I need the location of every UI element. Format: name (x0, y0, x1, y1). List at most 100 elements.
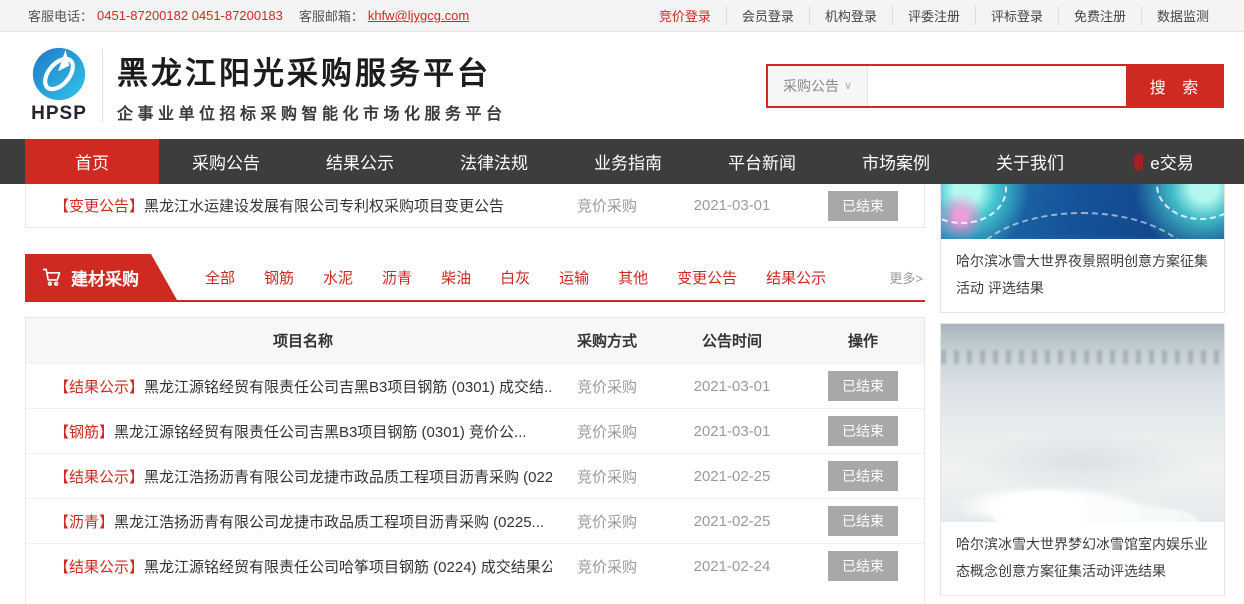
nav-label: 平台新闻 (728, 149, 796, 174)
section-tab-asphalt[interactable]: 沥青 (382, 267, 412, 288)
table-row[interactable]: 【结果公示】黑龙江浩扬沥青有限公司龙捷市政品质工程项目沥青采购 (0225...… (26, 453, 924, 498)
nav-item-news[interactable]: 平台新闻 (695, 139, 829, 184)
nav-item-laws[interactable]: 法律法规 (427, 139, 561, 184)
status-badge[interactable]: 已结束 (828, 461, 898, 491)
section-tab-changes[interactable]: 变更公告 (677, 267, 737, 288)
nav-item-etrade[interactable]: e交易 (1097, 139, 1231, 184)
status-badge[interactable]: 已结束 (828, 191, 898, 221)
row-tag: 【变更公告】 (54, 198, 144, 215)
section-tab-all[interactable]: 全部 (205, 267, 235, 288)
section-tab-lime[interactable]: 白灰 (500, 267, 530, 288)
nav-label: 结果公示 (326, 149, 394, 174)
site-logo[interactable]: HPSP (26, 46, 92, 125)
bid-login-link[interactable]: 竞价登录 (644, 6, 726, 25)
row-title[interactable]: 【结果公示】黑龙江源铭经贸有限责任公司哈筝项目钢筋 (0224) 成交结果公..… (54, 556, 552, 577)
announcement-box: 【变更公告】黑龙江水运建设发展有限公司专利权采购项目变更公告 竞价采购 2021… (25, 184, 925, 228)
col-header-method: 采购方式 (552, 330, 662, 351)
nav-item-home[interactable]: 首页 (25, 139, 159, 184)
section-tab-rebar[interactable]: 钢筋 (264, 267, 294, 288)
nav-item-guide[interactable]: 业务指南 (561, 139, 695, 184)
phone-label: 客服电话： (28, 6, 93, 25)
page-title: 黑龙江阳光采购服务平台 (117, 48, 507, 93)
row-tag: 【结果公示】 (54, 559, 144, 576)
status-badge[interactable]: 已结束 (828, 551, 898, 581)
ice-world-aerial-image[interactable] (941, 324, 1224, 522)
data-monitor-link[interactable]: 数据监测 (1141, 6, 1224, 25)
section-tab-cement[interactable]: 水泥 (323, 267, 353, 288)
news-card[interactable]: 哈尔滨冰雪大世界夜景照明创意方案征集活动 评选结果 (940, 184, 1225, 313)
site-header: HPSP 黑龙江阳光采购服务平台 企事业单位招标采购智能化市场化服务平台 采购公… (0, 32, 1244, 139)
row-title-text: 黑龙江浩扬沥青有限公司龙捷市政品质工程项目沥青采购 (0225... (114, 514, 544, 531)
divider (102, 49, 103, 123)
row-method: 竞价采购 (552, 556, 662, 577)
logo-text: HPSP (31, 103, 87, 125)
search-category-select[interactable]: 采购公告 ∨ (768, 66, 868, 106)
row-method: 竞价采购 (552, 466, 662, 487)
row-title-text: 黑龙江浩扬沥青有限公司龙捷市政品质工程项目沥青采购 (0225... (144, 469, 552, 486)
status-badge[interactable]: 已结束 (828, 371, 898, 401)
table-row[interactable]: 【沥青】黑龙江浩扬沥青有限公司龙捷市政品质工程项目沥青采购 (0225... 竞… (26, 498, 924, 543)
row-method: 竞价采购 (552, 376, 662, 397)
row-method: 竞价采购 (552, 421, 662, 442)
section-tab-results[interactable]: 结果公示 (766, 267, 826, 288)
judge-register-link[interactable]: 评委注册 (892, 6, 975, 25)
content-area: 【变更公告】黑龙江水运建设发展有限公司专利权采购项目变更公告 竞价采购 2021… (0, 184, 1244, 604)
brand: 黑龙江阳光采购服务平台 企事业单位招标采购智能化市场化服务平台 (117, 48, 507, 124)
logo-icon (31, 46, 87, 102)
row-title[interactable]: 【沥青】黑龙江浩扬沥青有限公司龙捷市政品质工程项目沥青采购 (0225... (54, 511, 552, 532)
news-caption[interactable]: 哈尔滨冰雪大世界夜景照明创意方案征集活动 评选结果 (941, 239, 1224, 312)
row-tag: 【结果公示】 (54, 469, 144, 486)
section-tab-transport[interactable]: 运输 (559, 267, 589, 288)
search-input[interactable] (868, 66, 1126, 106)
search-button[interactable]: 搜 索 (1126, 66, 1222, 106)
org-login-link[interactable]: 机构登录 (809, 6, 892, 25)
light-arc-decoration (967, 212, 1197, 239)
news-caption[interactable]: 哈尔滨冰雪大世界梦幻冰雪馆室内娱乐业态概念创意方案征集活动评选结果 (941, 522, 1224, 595)
table-row[interactable]: 【钢筋】黑龙江源铭经贸有限责任公司吉黑B3项目钢筋 (0301) 竞价公... … (26, 408, 924, 453)
row-title[interactable]: 【钢筋】黑龙江源铭经贸有限责任公司吉黑B3项目钢筋 (0301) 竞价公... (54, 421, 552, 442)
row-date: 2021-03-01 (662, 378, 802, 395)
row-title[interactable]: 【结果公示】黑龙江源铭经贸有限责任公司吉黑B3项目钢筋 (0301) 成交结..… (54, 376, 552, 397)
table-row[interactable]: 【结果公示】黑龙江源铭经贸有限责任公司吉黑B3项目钢筋 (0301) 成交结..… (26, 363, 924, 408)
nav-label: 法律法规 (460, 149, 528, 174)
status-badge[interactable]: 已结束 (828, 416, 898, 446)
row-tag: 【结果公示】 (54, 379, 144, 396)
news-card[interactable]: 哈尔滨冰雪大世界梦幻冰雪馆室内娱乐业态概念创意方案征集活动评选结果 (940, 323, 1225, 596)
nav-label: e交易 (1150, 149, 1193, 174)
email-link[interactable]: khfw@ljygcg.com (368, 8, 469, 23)
nav-label: 关于我们 (996, 149, 1064, 174)
row-date: 2021-02-25 (662, 468, 802, 485)
row-title-text: 黑龙江源铭经贸有限责任公司哈筝项目钢筋 (0224) 成交结果公... (144, 559, 552, 576)
main-nav: 首页 采购公告 结果公示 法律法规 业务指南 平台新闻 市场案例 关于我们 e交… (0, 139, 1244, 184)
section-tab-diesel[interactable]: 柴油 (441, 267, 471, 288)
announcement-row[interactable]: 【变更公告】黑龙江水运建设发展有限公司专利权采购项目变更公告 竞价采购 2021… (26, 184, 924, 227)
row-tag: 【钢筋】 (54, 424, 114, 441)
nav-item-results[interactable]: 结果公示 (293, 139, 427, 184)
row-title[interactable]: 【变更公告】黑龙江水运建设发展有限公司专利权采购项目变更公告 (54, 195, 552, 216)
ice-world-night-image[interactable] (941, 184, 1224, 239)
category-tab-building-materials[interactable]: 建材采购 (25, 254, 177, 300)
row-date: 2021-02-24 (662, 558, 802, 575)
eval-login-link[interactable]: 评标登录 (975, 6, 1058, 25)
phone-numbers: 0451-87200182 0451-87200183 (97, 8, 283, 23)
row-title-text: 黑龙江水运建设发展有限公司专利权采购项目变更公告 (144, 198, 504, 215)
member-login-link[interactable]: 会员登录 (726, 6, 809, 25)
row-title-text: 黑龙江源铭经贸有限责任公司吉黑B3项目钢筋 (0301) 竞价公... (114, 424, 527, 441)
more-link[interactable]: 更多> (889, 268, 925, 287)
topbar-links: 竞价登录 会员登录 机构登录 评委注册 评标登录 免费注册 数据监测 (644, 6, 1224, 25)
nav-item-about[interactable]: 关于我们 (963, 139, 1097, 184)
nav-item-announcements[interactable]: 采购公告 (159, 139, 293, 184)
section-header: 建材采购 全部 钢筋 水泥 沥青 柴油 白灰 运输 其他 变更公告 结果公示 更… (25, 254, 925, 302)
table-header: 项目名称 采购方式 公告时间 操作 (26, 318, 924, 363)
nav-item-cases[interactable]: 市场案例 (829, 139, 963, 184)
row-title[interactable]: 【结果公示】黑龙江浩扬沥青有限公司龙捷市政品质工程项目沥青采购 (0225... (54, 466, 552, 487)
status-badge[interactable]: 已结束 (828, 506, 898, 536)
section-tab-other[interactable]: 其他 (618, 267, 648, 288)
table-row[interactable]: 【结果公示】黑龙江源铭经贸有限责任公司哈筝项目钢筋 (0224) 成交结果公..… (26, 543, 924, 588)
col-header-date: 公告时间 (662, 330, 802, 351)
cart-icon (42, 267, 62, 287)
row-date: 2021-02-25 (662, 513, 802, 530)
etrade-icon (1134, 154, 1143, 170)
row-date: 2021-03-01 (662, 423, 802, 440)
free-register-link[interactable]: 免费注册 (1058, 6, 1141, 25)
